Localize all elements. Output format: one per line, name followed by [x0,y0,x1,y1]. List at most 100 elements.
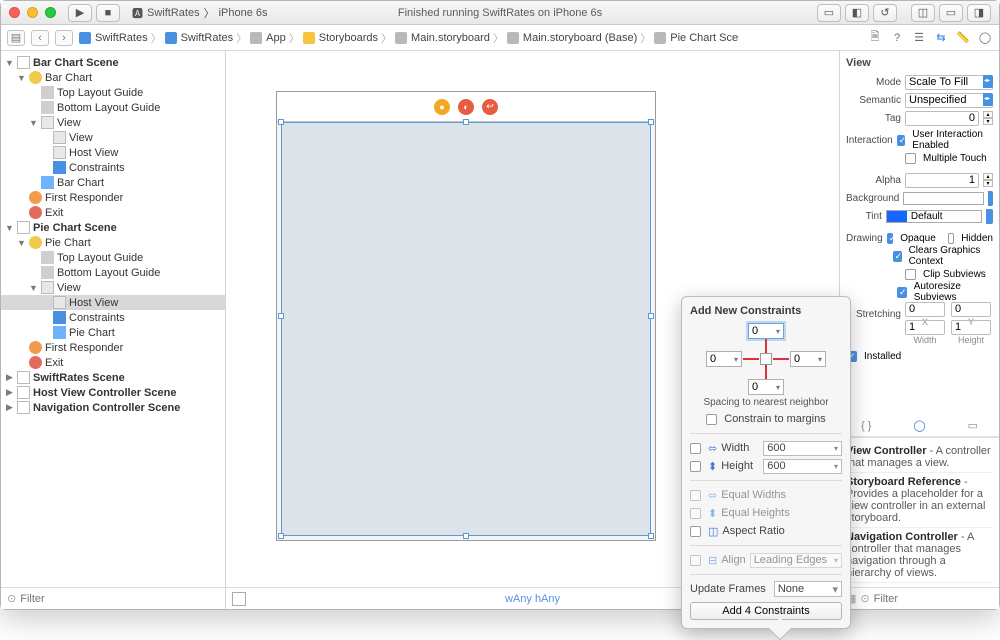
update-frames-popup[interactable]: None▾ [774,581,842,597]
resize-handle[interactable] [463,119,469,125]
right-spacing-field[interactable]: 0▾ [790,351,826,367]
semantic-popup[interactable]: Unspecified [905,93,993,108]
breadcrumb-item[interactable]: SwiftRates [79,32,148,44]
tree-row[interactable]: Constraints [1,310,225,325]
clears-checkbox[interactable] [893,251,902,262]
tree-row[interactable]: Pie Chart [1,325,225,340]
minimize-window-button[interactable] [27,7,38,18]
user-interaction-checkbox[interactable] [897,135,906,146]
toggle-debug-area-button[interactable]: ▭ [939,4,963,22]
opaque-checkbox[interactable] [887,233,894,244]
tag-field[interactable]: 0 [905,111,979,126]
tree-row[interactable]: ▼View [1,115,225,130]
identity-inspector-tab[interactable]: ☰ [911,30,927,46]
tree-row[interactable]: Exit [1,205,225,220]
library-item[interactable]: Storyboard Reference - Provides a placeh… [846,473,993,528]
scheme-selector[interactable]: SwiftRates [147,7,200,19]
device-selector[interactable]: iPhone 6s [219,7,268,19]
breadcrumb-item[interactable]: Main.storyboard [395,32,490,44]
breadcrumb-item[interactable]: Storyboards [303,32,378,44]
tree-row[interactable]: Constraints [1,160,225,175]
clip-checkbox[interactable] [905,269,916,280]
add-constraints-button[interactable]: Add 4 Constraints [690,602,842,620]
height-value-field[interactable]: 600 [763,459,842,474]
attributes-inspector-tab[interactable]: ⇆ [933,30,949,46]
connections-inspector-tab[interactable]: ◯ [977,30,993,46]
navigator-filter-input[interactable] [20,593,219,605]
document-outline-toggle-icon[interactable] [232,592,246,606]
tree-row[interactable]: ▶Navigation Controller Scene [1,400,225,415]
media-library-tab-icon[interactable]: ▭ [968,419,978,432]
version-editor-button[interactable]: ↺ [873,4,897,22]
object-library-tab-icon[interactable]: ◯ [913,419,925,432]
tag-stepper[interactable]: ▴▾ [983,111,993,125]
tree-row[interactable]: Top Layout Guide [1,85,225,100]
top-spacing-field[interactable]: 0▾ [748,323,784,339]
file-template-tab-icon[interactable]: { } [861,420,871,432]
standard-editor-button[interactable]: ▭ [817,4,841,22]
align-checkbox[interactable] [690,555,701,566]
breadcrumb-item[interactable]: App [250,32,286,44]
file-inspector-tab[interactable]: 🗎 [867,30,883,46]
equal-widths-checkbox[interactable] [690,490,701,501]
multiple-touch-checkbox[interactable] [905,153,916,164]
alpha-field[interactable]: 1 [905,173,979,188]
tint-colorwell[interactable]: Default [886,210,983,223]
width-checkbox[interactable] [690,443,701,454]
resize-handle[interactable] [648,313,654,319]
scene-icon[interactable]: ● [434,99,450,115]
mode-popup[interactable]: Scale To Fill [905,75,993,90]
resize-handle[interactable] [648,119,654,125]
go-back-button[interactable]: ‹ [31,30,49,46]
tree-row[interactable]: Top Layout Guide [1,250,225,265]
breadcrumb[interactable]: SwiftRates〉SwiftRates〉App〉Storyboards〉Ma… [79,30,739,46]
tree-row[interactable]: First Responder [1,190,225,205]
breadcrumb-item[interactable]: SwiftRates [165,32,234,44]
library-item[interactable]: View Controller - A controller that mana… [846,442,993,473]
tree-row[interactable]: ▼Bar Chart Scene [1,55,225,70]
tree-row[interactable]: Host View [1,295,225,310]
object-library-list[interactable]: View Controller - A controller that mana… [840,437,999,587]
tree-row[interactable]: Bar Chart [1,175,225,190]
bottom-spacing-field[interactable]: 0▾ [748,379,784,395]
stretch-w-field[interactable]: 1 [905,320,945,335]
size-inspector-tab[interactable]: 📏 [955,30,971,46]
tree-row[interactable]: ▼View [1,280,225,295]
outline-toggle-button[interactable]: ▤ [7,30,25,46]
breadcrumb-item[interactable]: Pie Chart Scene [654,32,739,44]
tree-row[interactable]: ▼Pie Chart [1,235,225,250]
toggle-inspector-button[interactable]: ◨ [967,4,991,22]
aspect-ratio-checkbox[interactable] [690,526,701,537]
tree-row[interactable]: Host View [1,145,225,160]
height-checkbox[interactable] [690,461,701,472]
zoom-window-button[interactable] [45,7,56,18]
tree-row[interactable]: Bottom Layout Guide [1,100,225,115]
constrain-margins-checkbox[interactable] [706,414,717,425]
background-colorwell[interactable] [903,192,983,205]
stop-button[interactable]: ■ [96,4,120,22]
stretch-x-field[interactable]: 0 [905,302,945,317]
quick-help-tab[interactable]: ? [889,30,905,46]
tree-row[interactable]: First Responder [1,340,225,355]
alpha-stepper[interactable]: ▴▾ [983,173,993,187]
first-responder-icon[interactable]: ◐ [458,99,474,115]
library-item[interactable]: Navigation Controller - A controller tha… [846,528,993,583]
toggle-navigator-button[interactable]: ◫ [911,4,935,22]
tree-row[interactable]: View [1,130,225,145]
width-value-field[interactable]: 600 [763,441,842,456]
resize-handle[interactable] [463,533,469,539]
resize-handle[interactable] [278,533,284,539]
go-forward-button[interactable]: › [55,30,73,46]
tree-row[interactable]: ▼Pie Chart Scene [1,220,225,235]
tree-row[interactable]: Bottom Layout Guide [1,265,225,280]
resize-handle[interactable] [648,533,654,539]
resize-handle[interactable] [278,313,284,319]
run-button[interactable]: ▶ [68,4,92,22]
equal-heights-checkbox[interactable] [690,508,701,519]
tree-row[interactable]: ▶SwiftRates Scene [1,370,225,385]
scene-tree[interactable]: ▼Bar Chart Scene▼Bar ChartTop Layout Gui… [1,51,225,587]
stretch-h-field[interactable]: 1 [951,320,991,335]
close-window-button[interactable] [9,7,20,18]
tree-row[interactable]: ▼Bar Chart [1,70,225,85]
assistant-editor-button[interactable]: ◧ [845,4,869,22]
